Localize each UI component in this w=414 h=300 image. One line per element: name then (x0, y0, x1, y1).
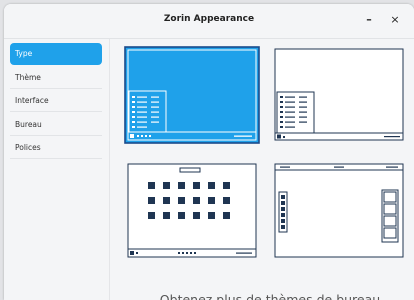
layout-windows-like-preview (124, 46, 260, 144)
app-grid-icon (178, 182, 185, 189)
app-grid-icon (193, 212, 200, 219)
layout-app-grid[interactable] (124, 160, 260, 260)
app-grid-icon (148, 212, 155, 219)
app-grid-icon (208, 182, 215, 189)
app-grid-icon (223, 182, 230, 189)
app-grid-icon (148, 197, 155, 204)
app-grid-icon (163, 182, 170, 189)
app-grid-icon (193, 197, 200, 204)
app-grid-icon (223, 197, 230, 204)
app-grid-icon (178, 212, 185, 219)
title-bar: Zorin Appearance – × (4, 4, 414, 39)
layout-top-panel-preview (274, 163, 404, 258)
window-title: Zorin Appearance (163, 14, 255, 24)
layout-windows-like[interactable] (124, 46, 260, 144)
sidebar-item-label: Polices (15, 143, 41, 152)
app-grid-icon (193, 182, 200, 189)
app-grid-icon (148, 182, 155, 189)
app-window: Zorin Appearance – × Type Thème Interfac… (4, 4, 414, 300)
sidebar-item-theme[interactable]: Thème (10, 67, 102, 89)
layout-app-grid-preview (127, 163, 257, 258)
more-themes-link[interactable]: Obtenez plus de thèmes de bureau (120, 292, 414, 300)
app-grid-icon (208, 212, 215, 219)
sidebar-item-label: Bureau (15, 120, 42, 129)
sidebar: Type Thème Interface Bureau Polices (4, 39, 110, 300)
app-grid-icon (163, 212, 170, 219)
app-grid-icon (208, 197, 215, 204)
layout-classic[interactable] (272, 46, 406, 144)
close-button[interactable]: × (386, 11, 404, 29)
sidebar-item-label: Type (15, 49, 33, 58)
sidebar-item-interface[interactable]: Interface (10, 90, 102, 112)
sidebar-item-label: Thème (15, 73, 41, 82)
layout-top-panel[interactable] (272, 160, 406, 260)
layout-classic-preview (274, 48, 404, 141)
sidebar-item-type[interactable]: Type (10, 43, 102, 65)
minimize-button[interactable]: – (360, 11, 378, 29)
sidebar-item-bureau[interactable]: Bureau (10, 114, 102, 136)
app-grid-icon (223, 212, 230, 219)
sidebar-item-label: Interface (15, 96, 49, 105)
app-grid-icon (163, 197, 170, 204)
layout-picker: Obtenez plus de thèmes de bureau (110, 39, 414, 300)
app-grid-icon (178, 197, 185, 204)
sidebar-item-polices[interactable]: Polices (10, 137, 102, 159)
